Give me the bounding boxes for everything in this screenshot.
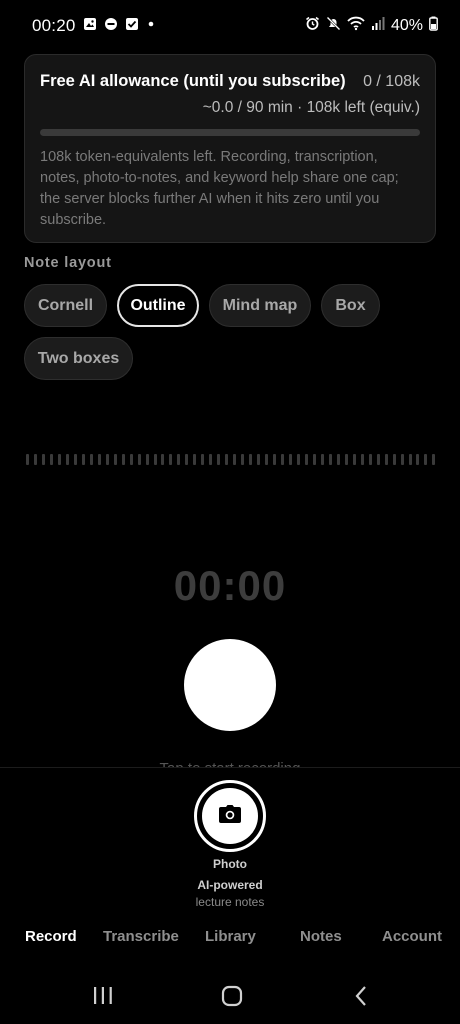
waveform-bar xyxy=(33,453,37,465)
battery-percent: 40% xyxy=(390,17,423,34)
waveform-bar xyxy=(304,453,308,465)
home-icon[interactable] xyxy=(220,982,244,1015)
photo-label: Photo xyxy=(213,857,247,871)
allowance-progress-bar xyxy=(40,129,420,136)
waveform-bar xyxy=(153,453,157,465)
recent-apps-icon[interactable] xyxy=(92,982,114,1015)
layout-chip-mind-map[interactable]: Mind map xyxy=(209,284,311,327)
gallery-icon xyxy=(83,17,97,36)
tab-account[interactable]: Account xyxy=(382,928,442,945)
waveform-bar xyxy=(416,453,420,465)
checkbox-icon xyxy=(125,17,139,36)
waveform-bar xyxy=(137,453,141,465)
waveform-bar xyxy=(296,453,300,465)
waveform-bar xyxy=(73,453,77,465)
waveform-bar xyxy=(26,453,29,465)
waveform-bar xyxy=(241,453,245,465)
tab-library[interactable]: Library xyxy=(205,928,256,945)
allowance-subtitle: ~0.0 / 90 min · 108k left (equiv.) xyxy=(202,99,420,116)
waveform-bar xyxy=(129,453,133,465)
dnd-icon xyxy=(104,17,118,36)
waveform-bar xyxy=(233,453,237,465)
waveform-bar xyxy=(408,453,412,465)
waveform-bar xyxy=(185,453,189,465)
lecture-notes-label: lecture notes xyxy=(195,895,265,909)
waveform-bar xyxy=(121,453,125,465)
waveform-bar xyxy=(273,453,277,465)
waveform-bar xyxy=(209,453,213,465)
waveform-bar xyxy=(177,453,181,465)
waveform-bar xyxy=(49,453,53,465)
waveform-bar xyxy=(392,453,396,465)
waveform-bar xyxy=(400,453,404,465)
ai-allowance-card: Free AI allowance (until you subscribe) … xyxy=(24,54,436,243)
waveform-bar xyxy=(249,453,253,465)
recording-timer: 00:00 xyxy=(173,562,287,609)
waveform-bar xyxy=(360,453,364,465)
waveform-bar xyxy=(89,453,93,465)
waveform-bar xyxy=(169,453,173,465)
system-navigation-bar xyxy=(0,968,460,1024)
tab-transcribe[interactable]: Transcribe xyxy=(103,928,179,945)
waveform-bar xyxy=(265,453,269,465)
camera-icon xyxy=(218,804,242,829)
waveform-bar xyxy=(288,453,292,465)
waveform-bar xyxy=(225,453,229,465)
waveform-bar xyxy=(352,453,356,465)
allowance-title: Free AI allowance (until you subscribe) xyxy=(40,72,346,90)
photo-button[interactable] xyxy=(194,780,266,852)
waveform-bar xyxy=(328,453,332,465)
waveform-bar xyxy=(257,453,261,465)
waveform-bar xyxy=(384,453,388,465)
waveform-bar xyxy=(97,453,101,465)
layout-chip-box[interactable]: Box xyxy=(321,284,380,327)
waveform-bar xyxy=(336,453,340,465)
alarm-icon xyxy=(305,16,320,36)
ai-powered-label: AI-powered xyxy=(197,878,263,892)
wifi-icon xyxy=(347,16,365,36)
waveform-bar xyxy=(145,453,149,465)
waveform-bar xyxy=(281,453,284,465)
waveform-bar xyxy=(312,453,316,465)
tab-record[interactable]: Record xyxy=(25,928,77,945)
waveform-bar xyxy=(81,453,85,465)
waveform-bar xyxy=(368,453,372,465)
signal-icon xyxy=(371,16,385,36)
waveform-bar xyxy=(201,453,205,465)
record-button[interactable] xyxy=(184,639,276,731)
audio-waveform xyxy=(26,453,436,465)
screen: 00:20 40% Free AI allowance (until you s… xyxy=(0,0,460,1024)
waveform-bar xyxy=(424,453,428,465)
dot-icon xyxy=(146,17,156,36)
layout-chip-outline[interactable]: Outline xyxy=(117,284,199,327)
waveform-bar xyxy=(376,453,380,465)
waveform-bar xyxy=(57,453,61,465)
allowance-description: 108k token-equivalents left. Recording, … xyxy=(40,149,399,228)
waveform-bar xyxy=(41,453,45,465)
waveform-bar xyxy=(113,453,117,465)
layout-chip-two-boxes[interactable]: Two boxes xyxy=(24,337,133,380)
back-icon[interactable] xyxy=(352,982,370,1015)
waveform-bar xyxy=(65,453,69,465)
waveform-bar xyxy=(193,453,197,465)
note-layout-title: Note layout xyxy=(24,255,112,271)
waveform-bar xyxy=(161,453,165,465)
status-bar: 00:20 40% xyxy=(0,0,460,52)
allowance-count: 0 / 108k xyxy=(363,73,420,90)
tab-notes[interactable]: Notes xyxy=(300,928,342,945)
waveform-bar xyxy=(432,453,436,465)
status-time: 00:20 xyxy=(32,16,76,35)
layout-chip-cornell[interactable]: Cornell xyxy=(24,284,107,327)
waveform-bar xyxy=(344,453,348,465)
waveform-bar xyxy=(320,453,324,465)
battery-icon xyxy=(429,16,438,36)
mute-icon xyxy=(326,16,341,36)
waveform-bar xyxy=(105,453,109,465)
waveform-bar xyxy=(217,453,221,465)
